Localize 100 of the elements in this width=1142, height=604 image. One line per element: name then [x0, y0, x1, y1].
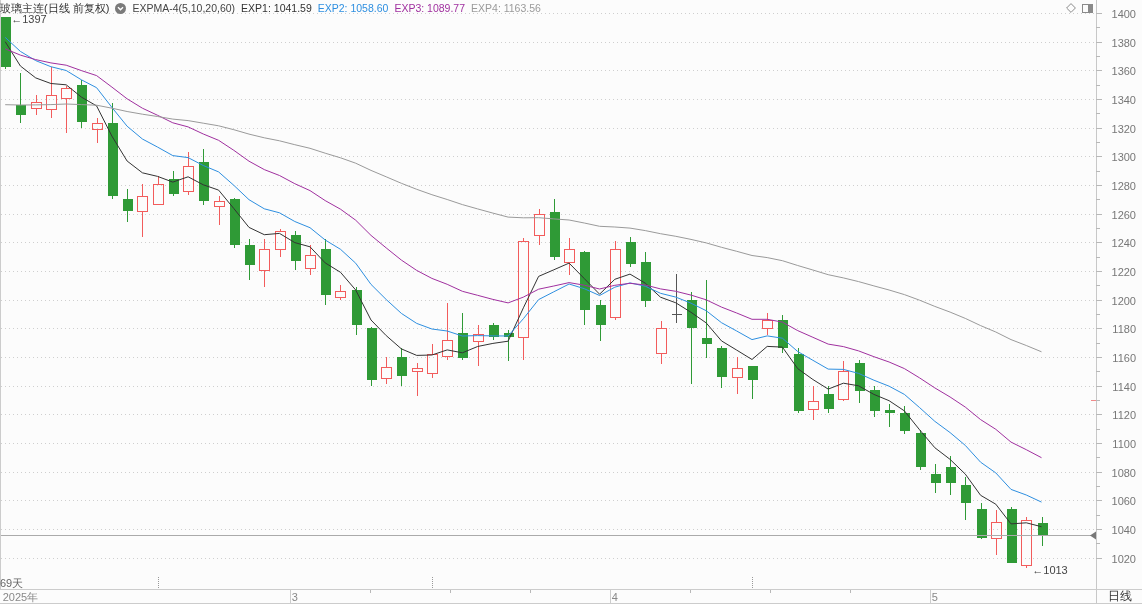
candlestick	[732, 356, 743, 395]
chart-title: 玻璃主连(日线 前复权)	[0, 1, 110, 15]
candlestick	[245, 238, 255, 281]
panel-toggle-icon[interactable]	[1082, 3, 1093, 13]
candlestick	[123, 188, 133, 223]
candlestick	[397, 347, 407, 387]
indicator-name: EXPMA-4(5,10,20,60)	[132, 1, 236, 15]
axis-label: 1300	[1111, 150, 1136, 163]
candlestick	[748, 365, 758, 400]
candlestick	[427, 343, 438, 379]
candlestick	[641, 251, 651, 308]
candlestick	[838, 360, 849, 402]
axis-label: 1180	[1112, 322, 1136, 335]
candlestick	[534, 208, 545, 246]
candlestick	[564, 237, 575, 276]
candlestick	[335, 284, 346, 301]
candlestick	[305, 244, 316, 276]
candlestick	[275, 228, 286, 258]
indicator-value: EXP1: 1041.59	[241, 1, 312, 15]
candlestick	[931, 463, 941, 494]
dash-marker-icon	[1091, 400, 1096, 401]
candlestick	[77, 79, 87, 129]
price-annotation: ←1013	[1032, 563, 1068, 576]
candlestick	[550, 198, 560, 261]
candlestick	[153, 175, 164, 206]
diamond-icon[interactable]	[1066, 3, 1076, 13]
candlestick	[794, 347, 804, 414]
candlestick	[46, 66, 57, 119]
candlestick	[1038, 516, 1048, 547]
axis-label: 1240	[1111, 236, 1136, 249]
candlestick	[442, 302, 453, 361]
indicator-value: EXP4: 1163.56	[471, 1, 541, 15]
candlestick	[473, 324, 484, 367]
axis-label: 1080	[1111, 466, 1136, 479]
indicator-value: EXP2: 1058.60	[317, 1, 389, 15]
axis-label: 1020	[1111, 552, 1136, 565]
candlestick	[92, 117, 103, 144]
dropdown-icon[interactable]	[115, 2, 127, 14]
candlestick	[626, 236, 636, 268]
axis-label: 1400	[1111, 7, 1136, 20]
candlestick	[596, 299, 606, 342]
axis-label: 4	[611, 591, 618, 603]
axis-label: 1040	[1111, 523, 1136, 536]
candlestick	[214, 195, 225, 226]
candlestick	[656, 320, 667, 365]
candlestick	[977, 502, 987, 540]
candlestick	[717, 345, 727, 389]
axis-label: 1200	[1111, 294, 1136, 307]
candlestick	[824, 385, 834, 414]
axis-label: 1060	[1111, 494, 1136, 507]
candlestick	[504, 329, 514, 362]
candlestick	[991, 509, 1002, 556]
candlestick	[778, 314, 788, 354]
candlestick	[885, 403, 895, 428]
candlestick	[870, 385, 880, 418]
axis-label: 1140	[1112, 380, 1136, 393]
axis-label: 1160	[1112, 351, 1136, 364]
candlestick	[671, 273, 683, 324]
axis-label: 1320	[1111, 122, 1136, 135]
candlestick	[321, 238, 331, 306]
candlestick	[412, 362, 423, 397]
candlestick	[61, 85, 72, 134]
axis-label: 1360	[1111, 64, 1136, 77]
candlestick	[291, 230, 301, 271]
candlestick	[352, 286, 362, 336]
axis-label: 2025年	[2, 591, 39, 603]
day-count-label: 69天	[0, 577, 24, 589]
candlestick	[808, 385, 819, 421]
candlestick	[946, 455, 956, 496]
axis-label: 3	[291, 591, 298, 603]
axis-label: 1120	[1112, 408, 1136, 421]
candlestick	[367, 326, 377, 387]
axis-label: 1280	[1111, 179, 1136, 192]
candlestick	[230, 197, 240, 249]
axis-label: 1260	[1111, 208, 1136, 221]
candlestick	[259, 238, 270, 288]
candlestick	[199, 148, 209, 206]
candlestick	[137, 183, 148, 238]
candlestick	[916, 429, 926, 471]
candlestick	[16, 72, 26, 124]
candlestick	[1007, 506, 1017, 564]
axis-label: 1100	[1112, 437, 1136, 450]
candlestick	[855, 359, 865, 404]
indicator-value: EXP3: 1089.77	[394, 1, 466, 15]
candlestick	[961, 476, 971, 521]
candlestick	[458, 312, 468, 361]
period-selector[interactable]: 日线	[1096, 589, 1142, 604]
candlestick	[183, 151, 194, 196]
candlestick	[31, 94, 42, 116]
price-annotation: ←1397	[11, 13, 47, 26]
candlestick	[489, 322, 499, 341]
candlestick	[762, 312, 773, 336]
candlestick	[1, 16, 11, 70]
axis-label: 5	[931, 591, 938, 603]
candlestick	[1021, 516, 1032, 569]
axis-label: 1380	[1111, 36, 1136, 49]
axis-label: 1340	[1111, 93, 1136, 106]
axis-label: 1220	[1111, 265, 1136, 278]
candlestick	[169, 170, 179, 197]
triangle-icon	[1090, 531, 1096, 540]
